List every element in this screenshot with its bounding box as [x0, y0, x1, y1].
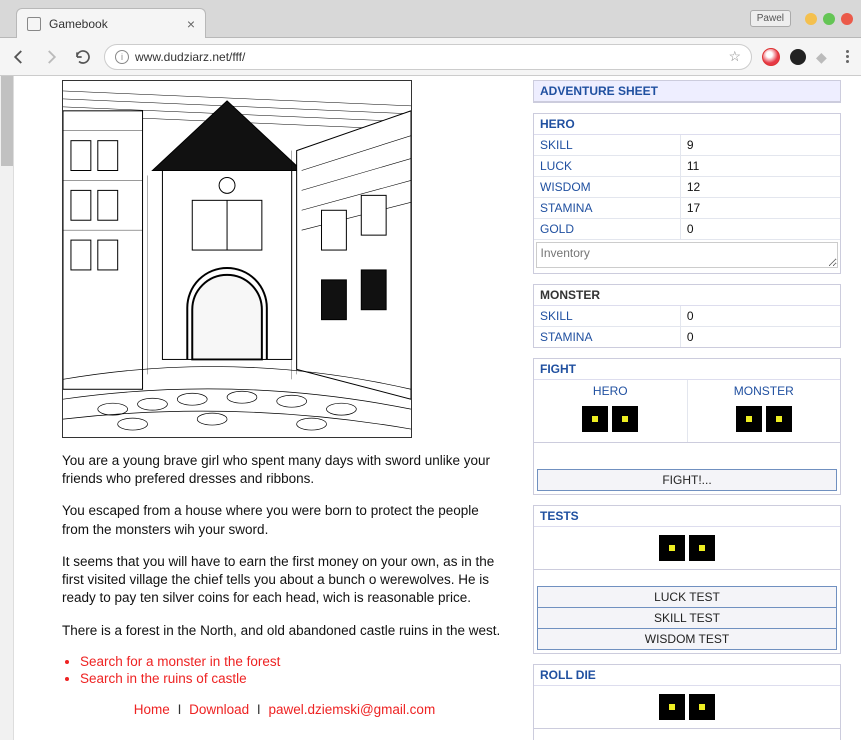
close-window-button[interactable]: [841, 13, 853, 25]
forward-button[interactable]: [40, 46, 62, 68]
choice-link[interactable]: Search in the ruins of castle: [80, 671, 247, 686]
stat-value[interactable]: 0: [681, 219, 840, 239]
story-paragraph: You are a young brave girl who spent man…: [62, 452, 507, 488]
url-text: www.dudziarz.net/fff/: [135, 50, 245, 64]
window-controls: Pawel: [750, 10, 853, 27]
die-icon: [689, 694, 715, 720]
fight-hero-label: HERO: [534, 380, 687, 402]
choice-item: Search for a monster in the forest: [80, 654, 511, 669]
stat-label: STAMINA: [534, 327, 681, 347]
story-paragraph: You escaped from a house where you were …: [62, 502, 507, 538]
stat-row-stamina: STAMINA 17: [534, 198, 840, 219]
stat-label: SKILL: [534, 135, 681, 155]
stat-label: STAMINA: [534, 198, 681, 218]
die-icon: [689, 535, 715, 561]
choice-list: Search for a monster in the forest Searc…: [80, 654, 511, 686]
profile-badge[interactable]: Pawel: [750, 10, 791, 27]
browser-toolbar: i www.dudziarz.net/fff/ ☆ ◆: [0, 38, 861, 76]
favicon: [27, 17, 41, 31]
die-icon: [659, 535, 685, 561]
bookmark-star-icon[interactable]: ☆: [728, 48, 741, 65]
tests-panel: TESTS LUCK TEST SKILL TEST WISDOM TEST: [533, 505, 841, 654]
die-icon: [766, 406, 792, 432]
site-info-icon[interactable]: i: [115, 50, 129, 64]
stat-label: LUCK: [534, 156, 681, 176]
roll-result-row: [534, 728, 840, 740]
fight-result-row: [534, 442, 840, 466]
panel-heading: ADVENTURE SHEET: [534, 81, 840, 102]
footer-links: Home I Download I pawel.dziemski@gmail.c…: [62, 702, 507, 717]
story-paragraph: There is a forest in the North, and old …: [62, 622, 507, 640]
download-link[interactable]: Download: [189, 702, 249, 717]
monster-panel: MONSTER SKILL 0 STAMINA 0: [533, 284, 841, 348]
die-icon: [612, 406, 638, 432]
dropbox-extension-icon[interactable]: ◆: [816, 49, 832, 65]
story-column: You are a young brave girl who spent man…: [14, 76, 523, 740]
story-illustration: [62, 80, 412, 438]
choice-item: Search in the ruins of castle: [80, 671, 511, 686]
maximize-button[interactable]: [823, 13, 835, 25]
stat-row-monster-skill: SKILL 0: [534, 306, 840, 327]
email-link[interactable]: pawel.dziemski@gmail.com: [268, 702, 435, 717]
reload-button[interactable]: [72, 46, 94, 68]
stat-value[interactable]: 0: [681, 327, 840, 347]
stat-row-luck: LUCK 11: [534, 156, 840, 177]
adventure-sheet-sidebar: ADVENTURE SHEET HERO SKILL 9 LUCK 11 WIS…: [523, 76, 861, 740]
roll-heading: ROLL DIE: [534, 665, 840, 686]
opera-extension-icon[interactable]: [762, 48, 780, 66]
stat-row-monster-stamina: STAMINA 0: [534, 327, 840, 347]
fight-button[interactable]: FIGHT!...: [537, 469, 837, 491]
minimize-button[interactable]: [805, 13, 817, 25]
stat-row-wisdom: WISDOM 12: [534, 177, 840, 198]
fight-heading: FIGHT: [534, 359, 840, 380]
wisdom-test-button[interactable]: WISDOM TEST: [537, 629, 837, 650]
stat-row-skill: SKILL 9: [534, 135, 840, 156]
tab-title: Gamebook: [49, 17, 179, 31]
stat-label: SKILL: [534, 306, 681, 326]
address-bar[interactable]: i www.dudziarz.net/fff/ ☆: [104, 44, 752, 70]
page-scrollbar[interactable]: [0, 76, 14, 740]
browser-menu-button[interactable]: [842, 46, 853, 67]
close-icon[interactable]: ×: [187, 16, 195, 32]
skill-test-button[interactable]: SKILL TEST: [537, 608, 837, 629]
story-text: You are a young brave girl who spent man…: [62, 452, 511, 640]
stat-value[interactable]: 17: [681, 198, 840, 218]
stat-label: WISDOM: [534, 177, 681, 197]
luck-test-button[interactable]: LUCK TEST: [537, 586, 837, 608]
hero-panel: HERO SKILL 9 LUCK 11 WISDOM 12 STAMINA 1…: [533, 113, 841, 274]
tests-heading: TESTS: [534, 506, 840, 527]
stat-value[interactable]: 12: [681, 177, 840, 197]
monster-heading: MONSTER: [534, 285, 840, 306]
browser-tab-strip: Gamebook × Pawel: [0, 0, 861, 38]
back-button[interactable]: [8, 46, 30, 68]
roll-die-panel: ROLL DIE ROLL ONE DIE ROLL TWO DICE: [533, 664, 841, 740]
stat-value[interactable]: 11: [681, 156, 840, 176]
stat-value[interactable]: 9: [681, 135, 840, 155]
fight-monster-label: MONSTER: [688, 380, 841, 402]
die-icon: [736, 406, 762, 432]
fight-monster-col: MONSTER: [688, 380, 841, 442]
choice-link[interactable]: Search for a monster in the forest: [80, 654, 280, 669]
die-icon: [659, 694, 685, 720]
adventure-sheet-panel: ADVENTURE SHEET: [533, 80, 841, 103]
tests-result-row: [534, 569, 840, 583]
browser-tab[interactable]: Gamebook ×: [16, 8, 206, 38]
gnome-extension-icon[interactable]: [790, 49, 806, 65]
story-paragraph: It seems that you will have to earn the …: [62, 553, 507, 608]
stat-value[interactable]: 0: [681, 306, 840, 326]
stat-row-gold: GOLD 0: [534, 219, 840, 240]
inventory-textarea[interactable]: [536, 242, 839, 268]
die-icon: [582, 406, 608, 432]
fight-hero-col: HERO: [534, 380, 688, 442]
stat-label: GOLD: [534, 219, 681, 239]
fight-panel: FIGHT HERO MONSTER: [533, 358, 841, 495]
home-link[interactable]: Home: [134, 702, 170, 717]
hero-heading: HERO: [534, 114, 840, 135]
